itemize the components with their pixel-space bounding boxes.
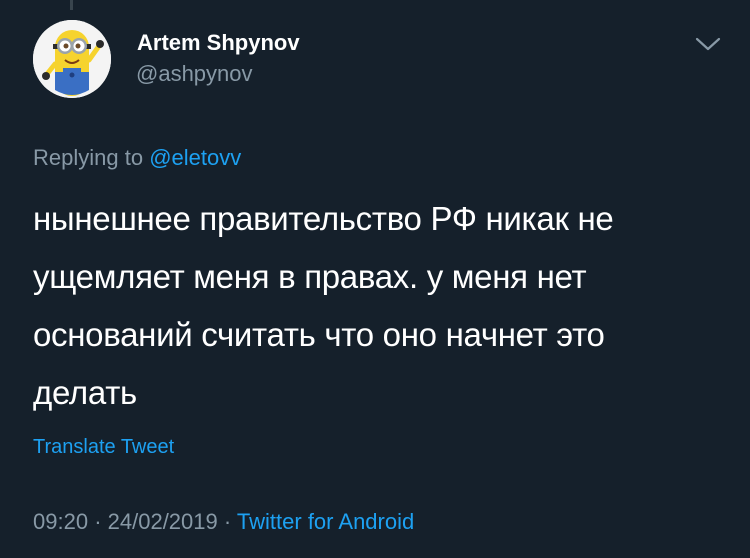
- author-display-name[interactable]: Artem Shpynov: [137, 30, 300, 56]
- chevron-down-icon: [695, 37, 721, 51]
- meta-separator: ·: [94, 509, 102, 534]
- tweet-time: 09:20: [33, 509, 89, 534]
- author-handle[interactable]: @ashpynov: [136, 61, 253, 87]
- tweet-meta: 09:20 · 24/02/2019 · Twitter for Android: [33, 509, 414, 535]
- thread-connector-line: [70, 0, 73, 10]
- avatar[interactable]: [33, 20, 111, 98]
- tweet-text-line: нынешнее правительство РФ никак не: [33, 200, 614, 237]
- translate-tweet-link[interactable]: Translate Tweet: [33, 436, 174, 459]
- replying-to-label: Replying to: [33, 145, 144, 170]
- minion-avatar-icon: [33, 20, 111, 98]
- tweet-text-line: делать: [33, 374, 137, 411]
- more-options-button[interactable]: [694, 34, 722, 54]
- tweet-source-link[interactable]: Twitter for Android: [237, 509, 414, 534]
- replying-to: Replying to @eletovv: [33, 145, 241, 171]
- tweet-date: 24/02/2019: [107, 509, 218, 534]
- tweet-text-line: ущемляет меня в правах. у меня нет: [33, 258, 587, 295]
- reply-mention-link[interactable]: @eletovv: [149, 145, 241, 170]
- meta-separator: ·: [223, 509, 232, 534]
- tweet-text-line: оснований считать что оно начнет это: [33, 316, 605, 353]
- tweet-text: нынешнее правительство РФ никак не ущемл…: [33, 190, 723, 422]
